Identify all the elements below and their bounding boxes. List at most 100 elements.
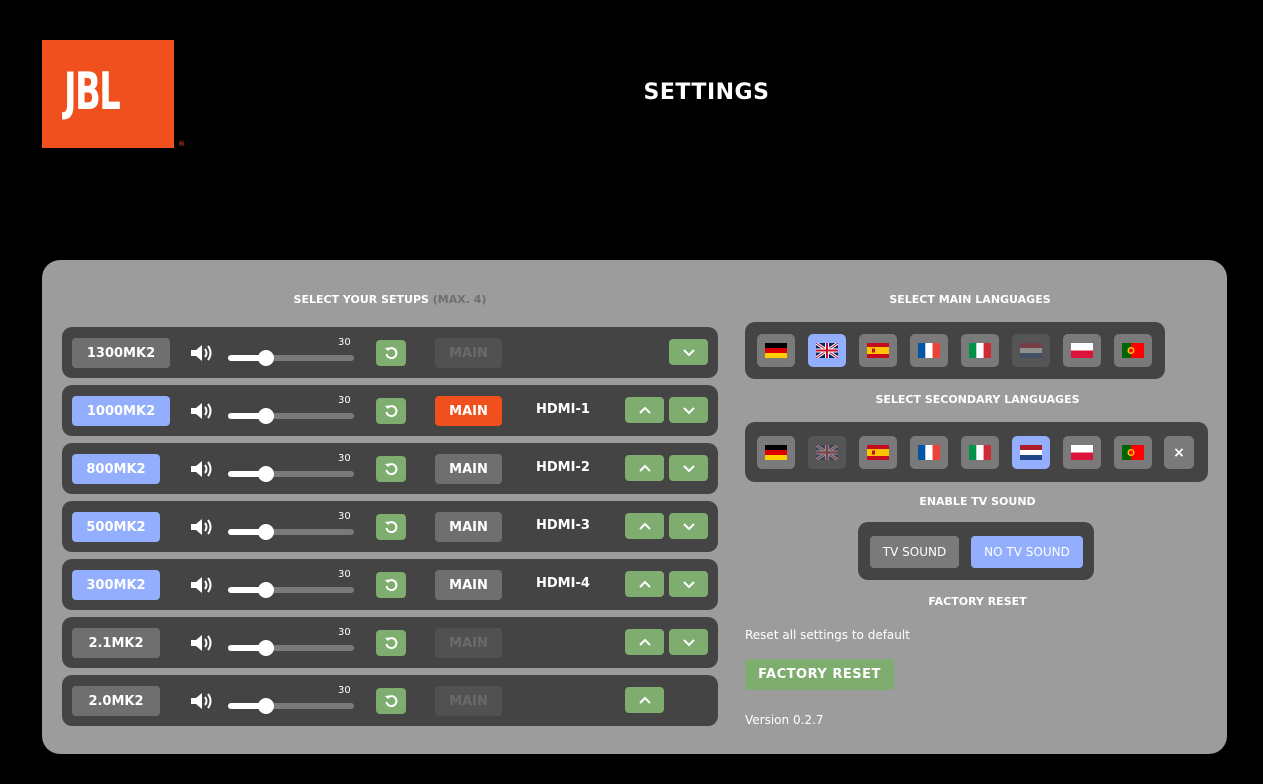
- move-up-button[interactable]: [625, 513, 664, 539]
- main-flag-polish-icon[interactable]: [1063, 334, 1101, 367]
- reset-volume-button[interactable]: [376, 340, 406, 366]
- reset-volume-button[interactable]: [376, 688, 406, 714]
- volume-slider[interactable]: [228, 466, 354, 482]
- reset-volume-button[interactable]: [376, 630, 406, 656]
- hdmi-label: HDMI-2: [536, 460, 590, 475]
- setup-row: 300MK2 30 MAIN HDMI-4: [62, 559, 718, 610]
- main-button: MAIN: [435, 628, 502, 658]
- hdmi-label: HDMI-3: [536, 518, 590, 533]
- setup-row: 2.0MK2 30 MAIN: [62, 675, 718, 726]
- secondary-languages-title: SELECT SECONDARY LANGUAGES: [875, 393, 1080, 406]
- no-tv-sound-button[interactable]: NO TV SOUND: [971, 536, 1083, 568]
- setup-row: 2.1MK2 30 MAIN: [62, 617, 718, 668]
- move-down-button[interactable]: [669, 455, 708, 481]
- setup-row: 1300MK2 30 MAIN: [62, 327, 718, 378]
- main-languages-box: [745, 322, 1165, 379]
- move-up-button[interactable]: [625, 629, 664, 655]
- move-up-button[interactable]: [625, 571, 664, 597]
- main-flag-portuguese-icon[interactable]: [1114, 334, 1152, 367]
- model-button[interactable]: 800MK2: [72, 454, 160, 484]
- volume-slider-thumb[interactable]: [257, 582, 274, 598]
- main-button[interactable]: MAIN: [435, 570, 502, 600]
- tv-sound-button[interactable]: TV SOUND: [870, 536, 959, 568]
- volume-value: 30: [338, 627, 351, 638]
- hdmi-label: HDMI-4: [536, 576, 590, 591]
- move-down-button[interactable]: [669, 397, 708, 423]
- volume-value: 30: [338, 337, 351, 348]
- move-up-button[interactable]: [625, 687, 664, 713]
- volume-slider-thumb[interactable]: [257, 466, 274, 482]
- move-down-button[interactable]: [669, 571, 708, 597]
- move-down-button[interactable]: [669, 629, 708, 655]
- model-button[interactable]: 1000MK2: [72, 396, 170, 426]
- move-down-button[interactable]: [669, 513, 708, 539]
- secondary-flag-dutch-icon[interactable]: [1012, 436, 1050, 469]
- speaker-icon: [189, 633, 215, 653]
- setup-row: 500MK2 30 MAIN HDMI-3: [62, 501, 718, 552]
- secondary-languages-box: ×: [745, 422, 1208, 482]
- speaker-icon: [189, 459, 215, 479]
- speaker-icon: [189, 691, 215, 711]
- volume-slider-thumb[interactable]: [257, 408, 274, 424]
- factory-reset-button[interactable]: FACTORY RESET: [745, 659, 894, 690]
- main-button[interactable]: MAIN: [435, 512, 502, 542]
- volume-slider-thumb[interactable]: [257, 698, 274, 714]
- secondary-flag-spanish-icon[interactable]: [859, 436, 897, 469]
- registered-mark: ®: [178, 140, 185, 148]
- volume-slider-thumb[interactable]: [257, 350, 274, 366]
- version-label: Version 0.2.7: [745, 713, 824, 727]
- main-languages-title: SELECT MAIN LANGUAGES: [889, 293, 1051, 306]
- volume-slider[interactable]: [228, 524, 354, 540]
- reset-volume-button[interactable]: [376, 398, 406, 424]
- model-button[interactable]: 2.0MK2: [72, 686, 160, 716]
- volume-slider-thumb[interactable]: [257, 524, 274, 540]
- main-flag-french-icon[interactable]: [910, 334, 948, 367]
- main-flag-german-icon[interactable]: [757, 334, 795, 367]
- volume-slider-thumb[interactable]: [257, 640, 274, 656]
- move-up-button[interactable]: [625, 397, 664, 423]
- tv-sound-box: TV SOUND NO TV SOUND: [858, 522, 1094, 580]
- secondary-flag-polish-icon[interactable]: [1063, 436, 1101, 469]
- setups-title-note: (MAX. 4): [432, 293, 487, 306]
- move-up-button[interactable]: [625, 455, 664, 481]
- factory-reset-description: Reset all settings to default: [745, 628, 910, 642]
- speaker-icon: [189, 517, 215, 537]
- secondary-flag-french-icon[interactable]: [910, 436, 948, 469]
- volume-value: 30: [338, 511, 351, 522]
- move-down-button[interactable]: [669, 339, 708, 365]
- setups-title-text: SELECT YOUR SETUPS: [293, 293, 429, 306]
- factory-reset-title: FACTORY RESET: [928, 595, 1027, 608]
- clear-secondary-button[interactable]: ×: [1164, 436, 1194, 469]
- model-button[interactable]: 300MK2: [72, 570, 160, 600]
- settings-panel: SELECT YOUR SETUPS (MAX. 4) 1300MK2 30 MAI…: [42, 260, 1227, 754]
- volume-slider[interactable]: [228, 350, 354, 366]
- volume-slider[interactable]: [228, 408, 354, 424]
- secondary-flag-portuguese-icon[interactable]: [1114, 436, 1152, 469]
- main-flag-dutch-icon[interactable]: [1012, 334, 1050, 367]
- main-button[interactable]: MAIN: [435, 454, 502, 484]
- reset-volume-button[interactable]: [376, 514, 406, 540]
- model-button[interactable]: 1300MK2: [72, 338, 170, 368]
- secondary-flag-uk-icon[interactable]: [808, 436, 846, 469]
- setup-row: 800MK2 30 MAIN HDMI-2: [62, 443, 718, 494]
- secondary-flag-german-icon[interactable]: [757, 436, 795, 469]
- model-button[interactable]: 500MK2: [72, 512, 160, 542]
- model-button[interactable]: 2.1MK2: [72, 628, 160, 658]
- main-flag-spanish-icon[interactable]: [859, 334, 897, 367]
- main-button[interactable]: MAIN: [435, 396, 502, 426]
- main-flag-uk-icon[interactable]: [808, 334, 846, 367]
- setups-title: SELECT YOUR SETUPS (MAX. 4): [62, 293, 718, 306]
- main-button: MAIN: [435, 686, 502, 716]
- speaker-icon: [189, 401, 215, 421]
- volume-value: 30: [338, 453, 351, 464]
- reset-volume-button[interactable]: [376, 456, 406, 482]
- secondary-flag-italian-icon[interactable]: [961, 436, 999, 469]
- volume-slider[interactable]: [228, 582, 354, 598]
- reset-volume-button[interactable]: [376, 572, 406, 598]
- setup-row: 1000MK2 30 MAIN HDMI-1: [62, 385, 718, 436]
- volume-slider[interactable]: [228, 640, 354, 656]
- volume-slider[interactable]: [228, 698, 354, 714]
- main-flag-italian-icon[interactable]: [961, 334, 999, 367]
- speaker-icon: [189, 343, 215, 363]
- main-button: MAIN: [435, 338, 502, 368]
